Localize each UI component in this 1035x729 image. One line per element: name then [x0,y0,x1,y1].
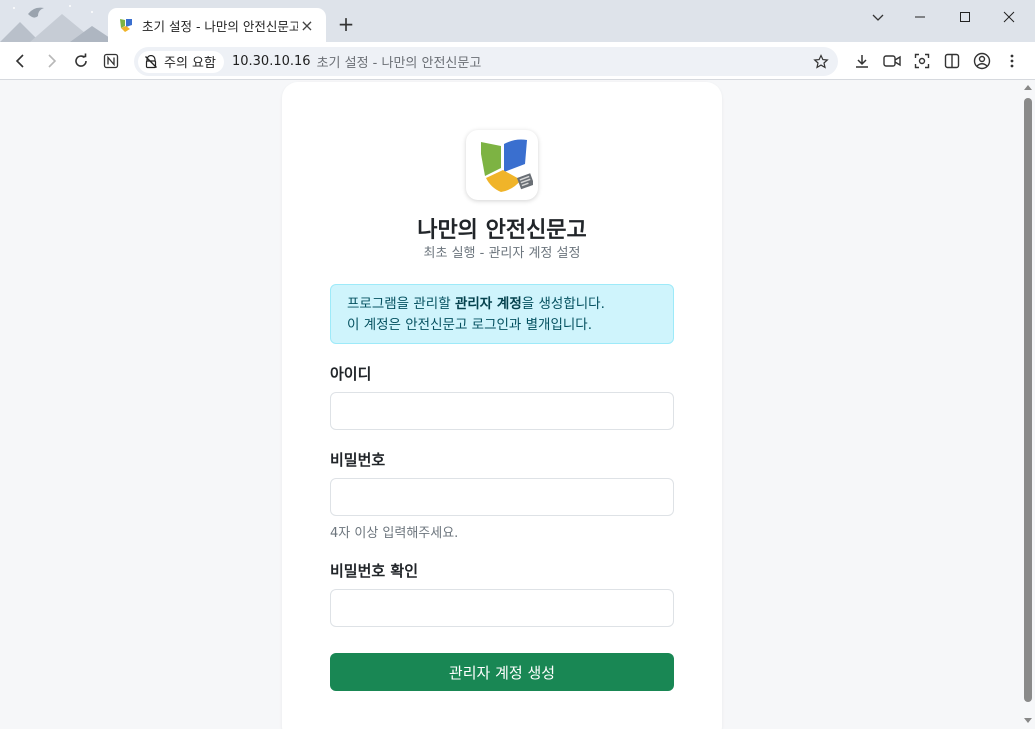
tab-title: 초기 설정 - 나만의 안전신문고 [142,18,298,34]
menu-icon[interactable] [999,48,1025,74]
scroll-down-arrow-icon[interactable] [1024,718,1032,723]
confirm-password-label: 비밀번호 확인 [330,562,419,580]
tab-close-icon[interactable]: × [298,16,316,35]
page-viewport: 나만의 안전신문고 최초 실행 - 관리자 계정 설정 프로그램을 관리할 관리… [0,80,1035,729]
close-icon[interactable] [987,0,1031,34]
notice-line-1-suffix: 을 생성합니다. [521,296,605,312]
active-tab[interactable]: 초기 설정 - 나만의 안전신문고 × [108,8,326,42]
password-label: 비밀번호 [330,451,386,469]
notice-line-1: 프로그램을 관리할 관리자 계정을 생성합니다. [347,294,657,315]
address-bar[interactable]: 주의 요함 10.30.10.16 초기 설정 - 나만의 안전신문고 [134,47,838,76]
scroll-up-arrow-icon[interactable] [1024,85,1032,90]
bookmark-star-icon[interactable] [810,51,832,73]
notice-line-1-bold: 관리자 계정 [454,296,522,312]
theme-artwork [0,0,110,42]
shield-favicon-icon [118,17,134,33]
back-icon[interactable] [8,48,34,74]
notice-line-2: 이 계정은 안전신문고 로그인과 별개입니다. [347,317,593,333]
new-tab-button[interactable]: + [334,12,358,36]
security-chip[interactable]: 주의 요함 [138,50,224,73]
password-help-text: 4자 이상 입력해주세요. [330,526,459,541]
security-chip-label: 주의 요함 [164,56,216,71]
url-page-title: 초기 설정 - 나만의 안전신문고 [316,56,482,71]
info-notice: 프로그램을 관리할 관리자 계정을 생성합니다. 이 계정은 안전신문고 로그인… [330,284,674,344]
url-host: 10.30.10.16 [231,54,311,69]
camera-icon[interactable] [879,48,905,74]
tab-list-icon[interactable] [856,0,900,34]
reload-icon[interactable] [68,48,94,74]
browser-titlebar: 초기 설정 - 나만의 안전신문고 × + [0,0,1035,42]
not-secure-icon [145,54,157,68]
profile-icon[interactable] [969,48,995,74]
notice-line-1-prefix: 프로그램을 관리할 [347,296,455,312]
browser-toolbar: 주의 요함 10.30.10.16 초기 설정 - 나만의 안전신문고 [0,42,1035,80]
maximize-icon[interactable] [943,0,987,34]
scroll-thumb[interactable] [1024,98,1032,702]
password-input[interactable] [330,478,674,516]
forward-icon[interactable] [38,48,64,74]
app-subtitle: 최초 실행 - 관리자 계정 설정 [423,246,581,261]
username-input[interactable] [330,392,674,430]
minimize-icon[interactable] [898,0,942,34]
create-admin-button[interactable]: 관리자 계정 생성 [330,653,674,691]
screenshot-icon[interactable] [909,48,935,74]
confirm-password-input[interactable] [330,589,674,627]
app-title: 나만의 안전신문고 [417,218,587,243]
setup-card: 나만의 안전신문고 최초 실행 - 관리자 계정 설정 프로그램을 관리할 관리… [282,82,722,729]
download-icon[interactable] [849,48,875,74]
split-view-icon[interactable] [939,48,965,74]
username-label: 아이디 [330,365,372,383]
page-scrollbar[interactable] [1021,80,1035,729]
n-extension-icon[interactable] [98,48,124,74]
app-logo-icon [466,130,538,200]
